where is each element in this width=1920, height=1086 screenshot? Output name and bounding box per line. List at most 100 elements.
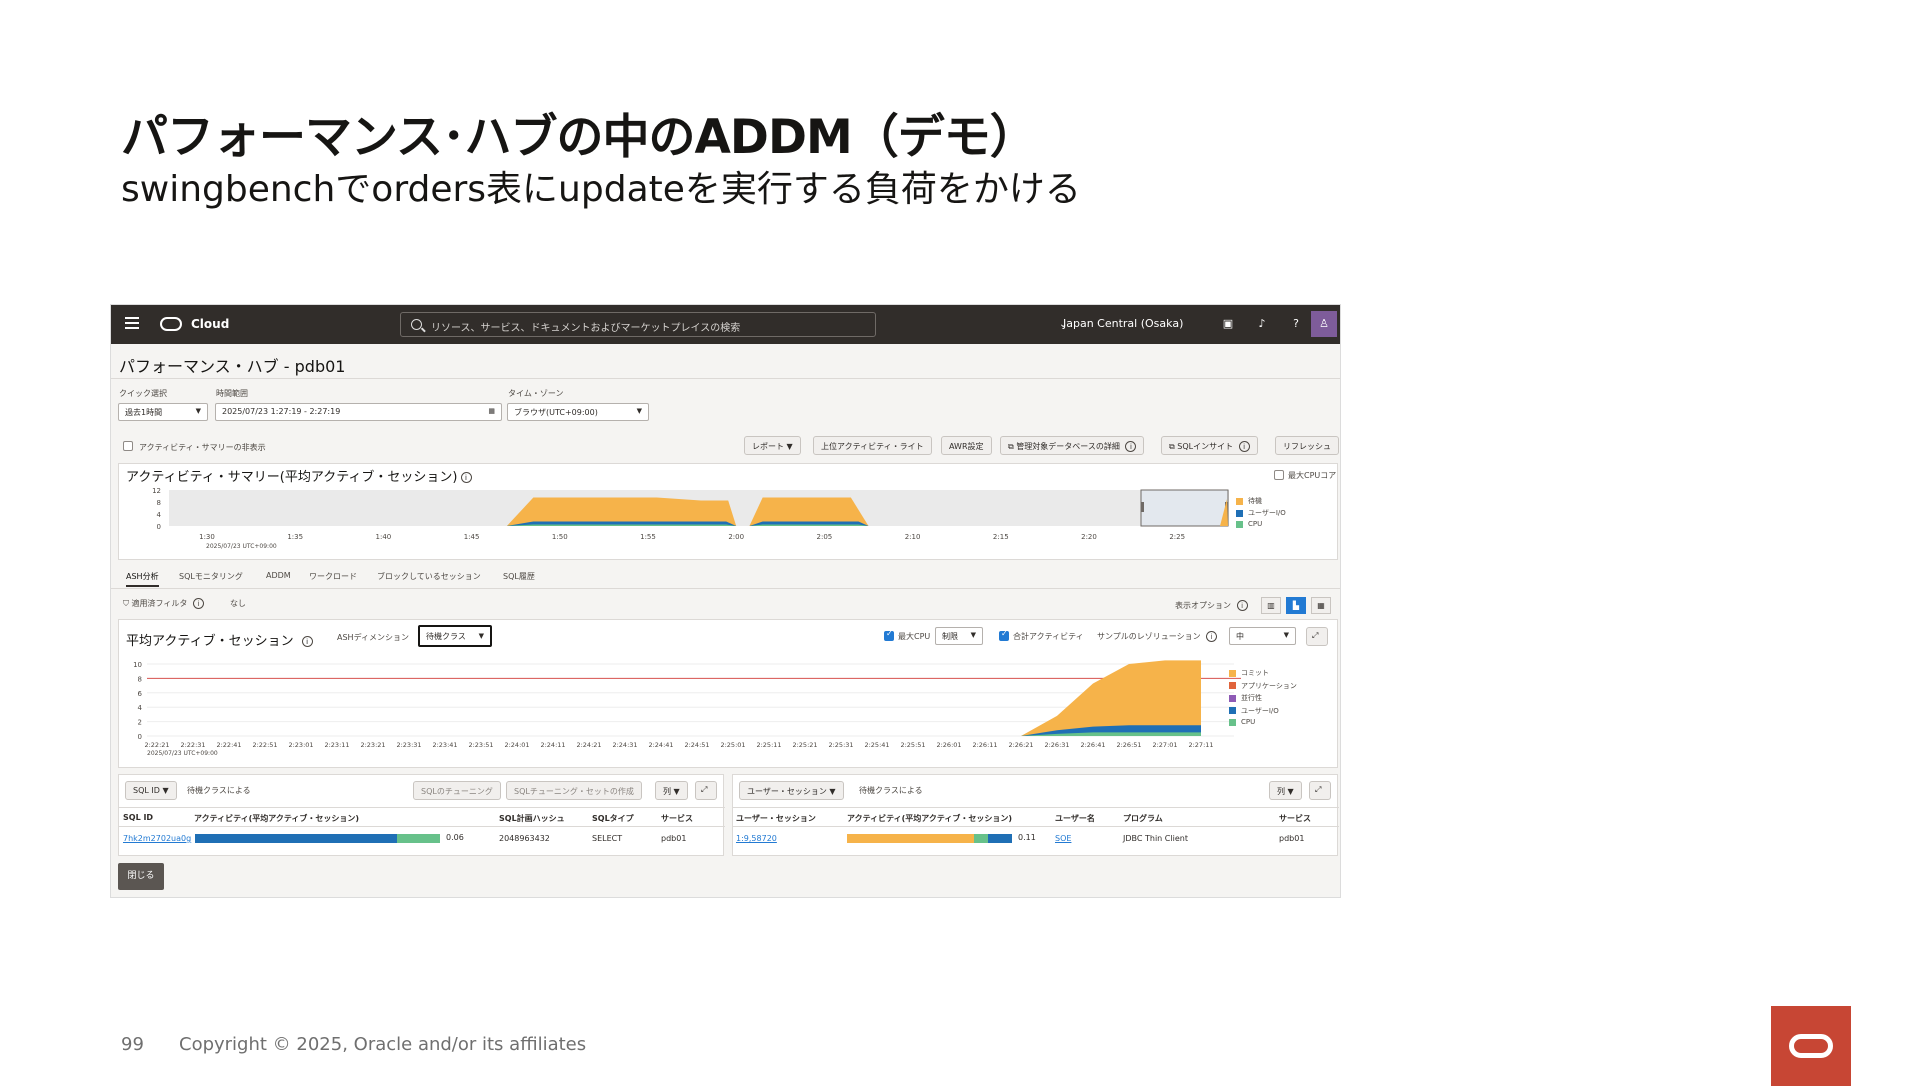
legend-item[interactable]: コミット <box>1229 668 1269 678</box>
col-activity[interactable]: アクティビティ(平均アクティブ・セッション) <box>194 813 359 824</box>
region-selector[interactable]: Japan Central (Osaka) <box>1063 317 1183 330</box>
aas-chart[interactable]: 10 8 6 4 2 02:22:21 2:22:31 2:22:41 2:22:51 2:23:… <box>119 656 1339 768</box>
sql-id-link[interactable]: 7hk2m2702ua0g <box>123 834 191 843</box>
legend-label: 待機 <box>1248 497 1262 505</box>
user-session-panel: ユーザー・セッション ▼ 待機クラスによる 列 ▼ ⤢ ユーザー・セッション ア… <box>732 774 1339 856</box>
col-plan-hash[interactable]: SQL計画ハッシュ <box>499 813 565 824</box>
ash-dimension-dropdown[interactable]: 待機クラス ▼ <box>418 625 492 647</box>
legend-item[interactable]: ユーザーI/O <box>1236 508 1286 518</box>
stacked-chart-view-icon[interactable]: ▥ <box>1261 597 1281 614</box>
legend-item[interactable]: 待機 <box>1236 496 1262 506</box>
quick-select-dropdown[interactable]: 過去1時間 ▼ <box>118 403 208 421</box>
max-cpu-dropdown[interactable]: 制限 ▼ <box>935 627 983 645</box>
legend-label: CPU <box>1248 520 1263 528</box>
page-title: パフォーマンス・ハブ - pdb01 <box>119 357 346 376</box>
info-icon[interactable]: i <box>301 636 313 647</box>
expand-icon[interactable]: ⤢ <box>695 781 717 800</box>
hide-summary-checkbox[interactable] <box>123 441 133 451</box>
tab-3[interactable]: ワークロード <box>309 571 357 582</box>
resolution-dropdown[interactable]: 中 ▼ <box>1229 627 1296 645</box>
global-search-input[interactable]: リソース、サービス、ドキュメントおよびマーケットプレイスの検索 <box>400 312 876 337</box>
sql-dimension-value: SQL ID <box>133 786 160 795</box>
refresh-button[interactable]: リフレッシュ <box>1275 436 1339 455</box>
tab-5[interactable]: SQL履歴 <box>503 571 535 582</box>
legend-item[interactable]: CPU <box>1236 520 1262 528</box>
calendar-icon[interactable]: ▦ <box>488 407 495 415</box>
activity-bar-cpu <box>397 834 440 843</box>
col-program[interactable]: プログラム <box>1123 813 1163 824</box>
oracle-logo-icon[interactable] <box>160 317 182 331</box>
top-activity-lite-button[interactable]: 上位アクティビティ・ライト <box>813 436 932 455</box>
filter-icon: ⛉ <box>123 599 129 608</box>
tab-1[interactable]: SQLモニタリング <box>179 571 243 582</box>
max-cpu-checkbox[interactable] <box>884 629 894 641</box>
managed-db-details-button[interactable]: ⧉ 管理対象データベースの詳細 i <box>1000 436 1145 455</box>
username-link[interactable]: SOE <box>1055 834 1071 843</box>
info-icon[interactable]: i <box>192 598 204 609</box>
session-columns-button[interactable]: 列 ▼ <box>1269 781 1302 800</box>
x-tick-label: 2:25 <box>1169 533 1185 541</box>
tab-4[interactable]: ブロックしているセッション <box>377 571 481 582</box>
x-tick-label: 1:40 <box>376 533 392 541</box>
session-link[interactable]: 1:9,58720 <box>736 834 777 843</box>
x-axis-subtitle: 2025/07/23 UTC+09:00 <box>147 750 218 757</box>
activity-summary-chart[interactable]: 12 8 4 0 1:30 1:35 1:40 1:45 1:50 1:55 2:00 2:05 2:1… <box>119 482 1339 558</box>
x-tick-label: 2:23:31 <box>396 741 421 749</box>
legend-item[interactable]: アプリケーション <box>1229 681 1297 691</box>
close-button[interactable]: 閉じる <box>118 863 164 890</box>
col-activity[interactable]: アクティビティ(平均アクティブ・セッション) <box>847 813 1012 824</box>
bell-icon[interactable]: ♪ <box>1255 317 1269 331</box>
copyright: Copyright © 2025, Oracle and/or its affi… <box>179 1034 587 1055</box>
session-dimension-dropdown[interactable]: ユーザー・セッション ▼ <box>739 781 844 800</box>
sql-tuning-button[interactable]: SQLのチューニング <box>413 781 501 800</box>
expand-icon[interactable]: ⤢ <box>1306 627 1328 646</box>
awr-settings-button[interactable]: AWR設定 <box>941 436 992 455</box>
time-range-field[interactable]: 2025/07/23 1:27:19 - 2:27:19 ▦ <box>215 403 502 421</box>
sql-dimension-dropdown[interactable]: SQL ID ▼ <box>125 781 177 800</box>
session-columns-label: 列 <box>1277 787 1285 796</box>
col-service[interactable]: サービス <box>1279 813 1311 824</box>
tab-0[interactable]: ASH分析 <box>126 571 159 587</box>
x-tick-label: 2:27:11 <box>1188 741 1213 749</box>
max-cpu-core-checkbox[interactable] <box>1274 470 1284 480</box>
legend-item[interactable]: CPU <box>1229 718 1255 726</box>
tab-2[interactable]: ADDM <box>266 571 291 580</box>
info-icon[interactable]: i <box>1236 600 1248 611</box>
y-tick-label: 10 <box>133 661 142 669</box>
avatar[interactable]: ♙ <box>1311 311 1337 337</box>
y-tick-label: 8 <box>157 499 161 507</box>
quick-select-value: 過去1時間 <box>125 408 163 417</box>
hamburger-menu-icon[interactable] <box>125 317 139 329</box>
sql-columns-label: 列 <box>663 787 671 796</box>
y-tick-label: 4 <box>157 511 162 519</box>
x-tick-label: 2:26:41 <box>1080 741 1105 749</box>
cloud-shell-icon[interactable]: ▣ <box>1221 317 1235 331</box>
legend-label: CPU <box>1241 718 1256 726</box>
legend-label: コミット <box>1241 669 1269 677</box>
quick-select-label: クイック選択 <box>119 389 167 398</box>
total-activity-checkbox[interactable] <box>999 629 1009 641</box>
sql-columns-button[interactable]: 列 ▼ <box>655 781 688 800</box>
activity-bar-cpu <box>974 834 988 843</box>
info-icon[interactable]: i <box>1206 631 1218 642</box>
legend-item[interactable]: 並行性 <box>1229 693 1262 703</box>
sql-tuning-set-button[interactable]: SQLチューニング・セットの作成 <box>506 781 642 800</box>
legend-item[interactable]: ユーザーI/O <box>1229 706 1279 716</box>
col-sql-type[interactable]: SQLタイプ <box>592 813 634 824</box>
timezone-dropdown[interactable]: ブラウザ(UTC+09:00) ▼ <box>507 403 649 421</box>
col-session[interactable]: ユーザー・セッション <box>736 813 816 824</box>
area-chart-view-icon[interactable]: ▙ <box>1286 597 1306 614</box>
ash-dimension-label: ASHディメンション <box>337 633 410 642</box>
table-view-icon[interactable]: ▦ <box>1311 597 1331 614</box>
y-tick-label: 0 <box>157 523 161 531</box>
expand-icon[interactable]: ⤢ <box>1309 781 1331 800</box>
report-button[interactable]: レポート ▼ <box>744 436 801 455</box>
sql-insight-button[interactable]: ⧉ SQLインサイト i <box>1161 436 1258 455</box>
col-sql-id[interactable]: SQL ID <box>123 813 153 822</box>
help-icon[interactable]: ? <box>1289 317 1303 331</box>
col-username[interactable]: ユーザー名 <box>1055 813 1095 824</box>
cloud-brand[interactable]: Cloud <box>191 317 229 331</box>
y-tick-label: 2 <box>138 719 142 727</box>
col-service[interactable]: サービス <box>661 813 693 824</box>
legend-swatch <box>1236 520 1243 528</box>
